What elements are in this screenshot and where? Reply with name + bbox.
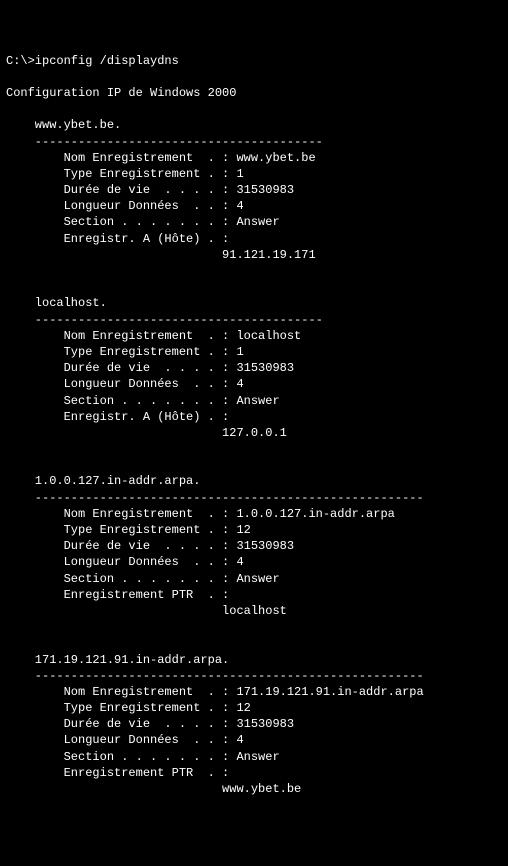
record-datalen: Longueur Données . . : 4 xyxy=(6,199,244,213)
divider: ---------------------------------------- xyxy=(6,313,323,327)
record-a-host: Enregistr. A (Hôte) . : xyxy=(6,410,229,424)
record-type: Type Enregistrement . : 12 xyxy=(6,523,251,537)
record-name: Nom Enregistrement . : 1.0.0.127.in-addr… xyxy=(6,507,395,521)
record-type: Type Enregistrement . : 1 xyxy=(6,345,244,359)
config-header: Configuration IP de Windows 2000 xyxy=(6,86,236,100)
divider: ---------------------------------------- xyxy=(6,135,323,149)
record-datalen: Longueur Données . . : 4 xyxy=(6,555,244,569)
record-section: Section . . . . . . . : Answer xyxy=(6,215,280,229)
record-ptr: Enregistrement PTR . : xyxy=(6,766,229,780)
section-title: localhost. xyxy=(6,296,107,310)
record-ttl: Durée de vie . . . . : 31530983 xyxy=(6,361,294,375)
section-title: 1.0.0.127.in-addr.arpa. xyxy=(6,474,200,488)
terminal-output: C:\>ipconfig /displaydns Configuration I… xyxy=(6,53,502,798)
command-prompt: C:\>ipconfig /displaydns xyxy=(6,54,179,68)
record-datalen: Longueur Données . . : 4 xyxy=(6,733,244,747)
section-title: www.ybet.be. xyxy=(6,118,121,132)
record-type: Type Enregistrement . : 12 xyxy=(6,701,251,715)
record-datalen: Longueur Données . . : 4 xyxy=(6,377,244,391)
record-ttl: Durée de vie . . . . : 31530983 xyxy=(6,539,294,553)
record-ptr: Enregistrement PTR . : xyxy=(6,588,229,602)
record-ttl: Durée de vie . . . . : 31530983 xyxy=(6,183,294,197)
record-value: 127.0.0.1 xyxy=(6,426,287,440)
record-value: www.ybet.be xyxy=(6,782,301,796)
record-ttl: Durée de vie . . . . : 31530983 xyxy=(6,717,294,731)
divider: ----------------------------------------… xyxy=(6,491,424,505)
divider: ----------------------------------------… xyxy=(6,669,424,683)
record-section: Section . . . . . . . : Answer xyxy=(6,572,280,586)
record-a-host: Enregistr. A (Hôte) . : xyxy=(6,232,229,246)
record-name: Nom Enregistrement . : 171.19.121.91.in-… xyxy=(6,685,424,699)
record-name: Nom Enregistrement . : localhost xyxy=(6,329,301,343)
record-name: Nom Enregistrement . : www.ybet.be xyxy=(6,151,316,165)
record-value: localhost xyxy=(6,604,287,618)
record-value: 91.121.19.171 xyxy=(6,248,316,262)
record-section: Section . . . . . . . : Answer xyxy=(6,394,280,408)
record-type: Type Enregistrement . : 1 xyxy=(6,167,244,181)
record-section: Section . . . . . . . : Answer xyxy=(6,750,280,764)
section-title: 171.19.121.91.in-addr.arpa. xyxy=(6,653,229,667)
